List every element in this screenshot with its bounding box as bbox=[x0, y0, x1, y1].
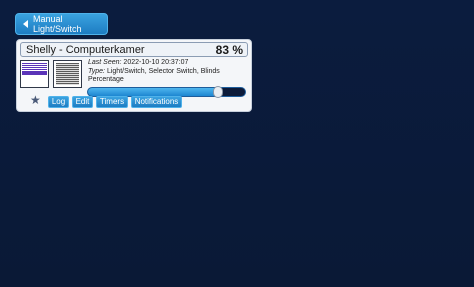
notifications-button[interactable]: Notifications bbox=[131, 96, 182, 108]
level-slider-handle[interactable] bbox=[213, 86, 224, 98]
type-value: Light/Switch, Selector Switch, Blinds Pe… bbox=[88, 67, 220, 84]
last-seen-row: Last Seen: 2022-10-10 20:37:07 bbox=[88, 59, 248, 68]
blinds-closed-icon[interactable] bbox=[53, 60, 82, 88]
device-name: Shelly - Computerkamer bbox=[26, 44, 145, 56]
last-seen-label: Last Seen: bbox=[88, 59, 122, 66]
level-slider-fill bbox=[88, 88, 219, 96]
last-seen-value: 2022-10-10 20:37:07 bbox=[123, 59, 189, 66]
blinds-open-icon[interactable] bbox=[20, 60, 49, 88]
device-card: Shelly - Computerkamer 83 % Last Seen: 2… bbox=[16, 39, 252, 112]
device-level: 83 % bbox=[215, 43, 243, 57]
device-info: Last Seen: 2022-10-10 20:37:07 Type: Lig… bbox=[88, 59, 248, 85]
back-button-label: Manual Light/Switch bbox=[33, 14, 82, 34]
device-card-header: Shelly - Computerkamer 83 % bbox=[20, 42, 248, 57]
chevron-left-icon bbox=[23, 20, 28, 28]
type-row: Type: Light/Switch, Selector Switch, Bli… bbox=[88, 68, 248, 85]
type-label: Type: bbox=[88, 67, 105, 75]
log-button[interactable]: Log bbox=[48, 96, 69, 108]
back-button[interactable]: Manual Light/Switch bbox=[15, 13, 108, 35]
star-icon[interactable]: ★ bbox=[30, 94, 41, 106]
timers-button[interactable]: Timers bbox=[96, 96, 128, 108]
edit-button[interactable]: Edit bbox=[72, 96, 93, 108]
